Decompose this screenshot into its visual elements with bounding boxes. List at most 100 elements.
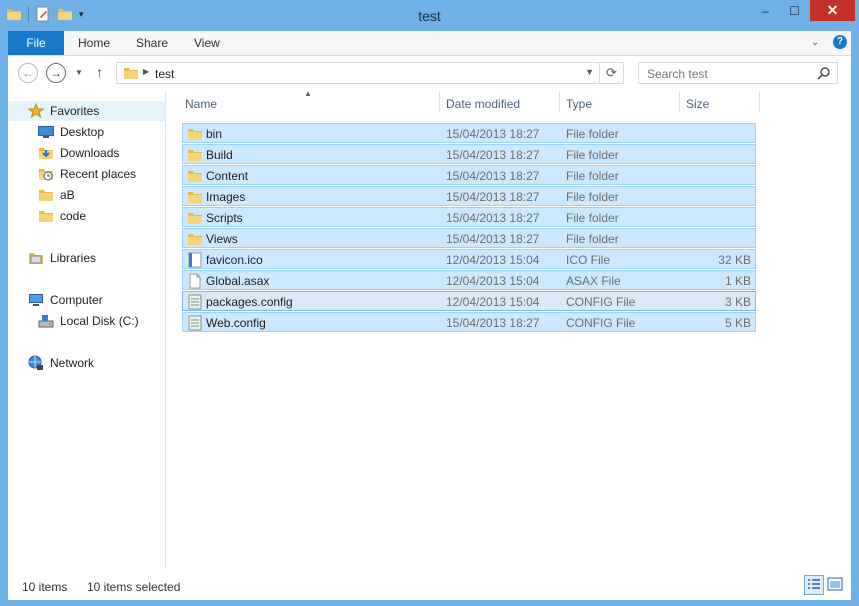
tab-view[interactable]: View bbox=[194, 31, 220, 55]
file-type: File folder bbox=[566, 211, 619, 225]
file-row[interactable]: Web.config 15/04/2013 18:27 CONFIG File … bbox=[182, 312, 756, 332]
large-icons-view-icon bbox=[827, 577, 843, 591]
column-divider[interactable] bbox=[559, 91, 560, 113]
search-input[interactable] bbox=[645, 66, 809, 82]
details-view-button[interactable] bbox=[804, 575, 824, 595]
sidebar-item-desktop[interactable]: Desktop bbox=[38, 122, 104, 142]
breadcrumb[interactable]: test bbox=[155, 67, 174, 81]
minimize-button[interactable]: ‒ bbox=[752, 0, 779, 21]
file-date: 15/04/2013 18:27 bbox=[446, 232, 540, 246]
window-title: test bbox=[418, 8, 441, 24]
file-size: 32 KB bbox=[718, 253, 751, 267]
column-header-date-modified[interactable]: Date modified bbox=[446, 97, 520, 111]
file-size: 5 KB bbox=[724, 316, 751, 330]
tab-file[interactable]: File bbox=[8, 31, 64, 55]
file-row[interactable]: Images 15/04/2013 18:27 File folder bbox=[182, 186, 756, 206]
forward-button[interactable]: → bbox=[46, 63, 66, 83]
close-button[interactable]: ✕ bbox=[810, 0, 855, 21]
sidebar-item-label: Network bbox=[50, 356, 95, 370]
file-type: ASAX File bbox=[566, 274, 621, 288]
column-divider[interactable] bbox=[439, 91, 440, 113]
status-bar: 10 items 10 items selected bbox=[8, 570, 851, 600]
address-bar[interactable]: ▶ test ▼ bbox=[116, 62, 600, 84]
sidebar-item-ab[interactable]: aB bbox=[38, 185, 75, 205]
file-type: ICO File bbox=[566, 253, 611, 267]
sidebar-item-computer[interactable]: Computer bbox=[28, 290, 103, 310]
file-row[interactable]: Content 15/04/2013 18:27 File folder bbox=[182, 165, 756, 185]
sort-ascending-icon: ▲ bbox=[304, 89, 312, 98]
image-file-icon bbox=[188, 252, 202, 268]
address-dropdown-icon[interactable]: ▼ bbox=[585, 67, 594, 77]
column-divider[interactable] bbox=[679, 91, 680, 113]
sidebar-item-label: Computer bbox=[50, 293, 103, 307]
search-box[interactable] bbox=[638, 62, 838, 84]
sidebar-item-libraries[interactable]: Libraries bbox=[28, 248, 96, 268]
file-name: Scripts bbox=[206, 211, 243, 225]
column-header-type[interactable]: Type bbox=[566, 97, 592, 111]
file-type: File folder bbox=[566, 127, 619, 141]
file-row[interactable]: packages.config 12/04/2013 15:04 CONFIG … bbox=[182, 291, 756, 311]
file-name: Build bbox=[206, 148, 233, 162]
file-date: 15/04/2013 18:27 bbox=[446, 211, 540, 225]
sidebar-item-label: Local Disk (C:) bbox=[60, 314, 139, 328]
config-file-icon bbox=[188, 315, 202, 331]
file-row[interactable]: bin 15/04/2013 18:27 File folder bbox=[182, 123, 756, 143]
file-type: CONFIG File bbox=[566, 316, 636, 330]
file-date: 12/04/2013 15:04 bbox=[446, 295, 540, 309]
file-name: favicon.ico bbox=[206, 253, 263, 267]
sidebar-item-downloads[interactable]: Downloads bbox=[38, 143, 119, 163]
file-date: 15/04/2013 18:27 bbox=[446, 316, 540, 330]
breadcrumb-chevron-icon[interactable]: ▶ bbox=[143, 67, 149, 76]
search-icon[interactable] bbox=[817, 66, 831, 80]
help-icon[interactable]: ? bbox=[833, 35, 847, 49]
file-name: Global.asax bbox=[206, 274, 270, 288]
file-type: CONFIG File bbox=[566, 295, 636, 309]
up-button[interactable]: ↑ bbox=[96, 64, 103, 80]
file-type: File folder bbox=[566, 190, 619, 204]
folder-icon bbox=[188, 150, 202, 161]
file-name: bin bbox=[206, 127, 223, 141]
sidebar-item-label: code bbox=[60, 209, 87, 223]
recent-places-icon bbox=[39, 169, 53, 181]
back-button[interactable]: ← bbox=[18, 63, 38, 83]
file-date: 15/04/2013 18:27 bbox=[446, 127, 540, 141]
title-bar[interactable]: ▾ test ‒ ☐ ✕ bbox=[0, 0, 859, 30]
file-row[interactable]: Build 15/04/2013 18:27 File folder bbox=[182, 144, 756, 164]
file-size: 3 KB bbox=[724, 295, 751, 309]
selection-count: 10 items selected bbox=[87, 580, 181, 594]
sidebar-item-local-disk[interactable]: Local Disk (C:) bbox=[38, 311, 139, 331]
sidebar-item-label: aB bbox=[60, 188, 75, 202]
desktop-icon bbox=[38, 126, 54, 138]
file-type: File folder bbox=[566, 232, 619, 246]
expand-ribbon-icon[interactable]: ⌄ bbox=[811, 37, 819, 48]
column-divider[interactable] bbox=[759, 91, 760, 113]
tab-home[interactable]: Home bbox=[78, 31, 110, 55]
file-type: File folder bbox=[566, 169, 619, 183]
sidebar-item-favorites[interactable]: Favorites bbox=[8, 101, 165, 121]
maximize-button[interactable]: ☐ bbox=[781, 0, 808, 21]
file-row[interactable]: favicon.ico 12/04/2013 15:04 ICO File 32… bbox=[182, 249, 756, 269]
folder-icon bbox=[188, 234, 202, 245]
item-count: 10 items bbox=[22, 580, 68, 594]
sidebar-item-code[interactable]: code bbox=[38, 206, 86, 226]
folder-icon bbox=[39, 211, 53, 222]
tab-share[interactable]: Share bbox=[136, 31, 168, 55]
refresh-button[interactable]: ⟳ bbox=[600, 62, 624, 84]
file-row[interactable]: Views 15/04/2013 18:27 File folder bbox=[182, 228, 756, 248]
maximize-icon: ☐ bbox=[789, 3, 800, 18]
file-row[interactable]: Global.asax 12/04/2013 15:04 ASAX File 1… bbox=[182, 270, 756, 290]
minimize-icon: ‒ bbox=[762, 3, 769, 18]
file-date: 12/04/2013 15:04 bbox=[446, 253, 540, 267]
column-header-size[interactable]: Size bbox=[686, 97, 709, 111]
sidebar-item-recent-places[interactable]: Recent places bbox=[38, 164, 136, 184]
recent-locations-icon[interactable]: ▼ bbox=[75, 68, 83, 77]
file-row[interactable]: Scripts 15/04/2013 18:27 File folder bbox=[182, 207, 756, 227]
large-icons-view-button[interactable] bbox=[826, 575, 846, 595]
sidebar-item-network[interactable]: Network bbox=[28, 353, 94, 373]
navigation-pane: Favorites Desktop Downloads Recent place… bbox=[8, 91, 166, 570]
column-header-name[interactable]: Name bbox=[185, 97, 217, 111]
file-date: 15/04/2013 18:27 bbox=[446, 148, 540, 162]
refresh-icon: ⟳ bbox=[606, 65, 617, 80]
folder-icon bbox=[39, 190, 53, 201]
arrow-right-icon: → bbox=[50, 66, 62, 80]
